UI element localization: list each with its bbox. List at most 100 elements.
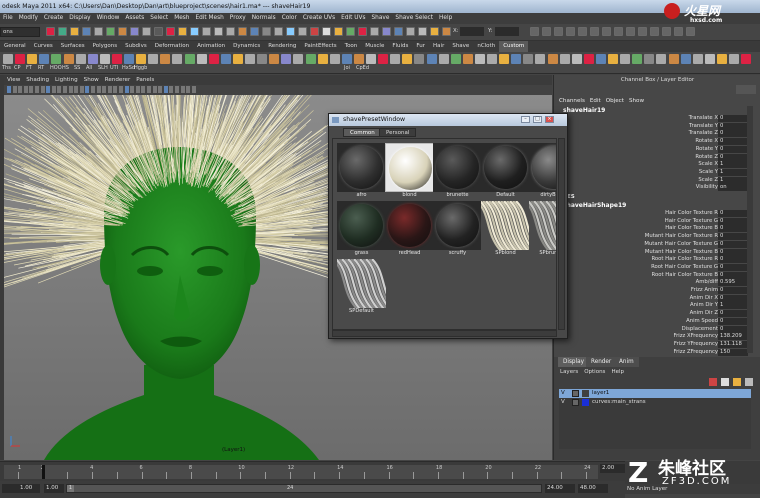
channel-row[interactable]: Hair Color Texture G0	[563, 217, 748, 226]
layer-name[interactable]: curves:main_strans	[592, 399, 646, 405]
shelf-tool-icon[interactable]	[741, 54, 752, 64]
channel-value[interactable]: 0	[718, 317, 748, 325]
preset-tab-common[interactable]: Common	[343, 128, 382, 137]
menu-modify[interactable]: Modify	[19, 13, 38, 24]
menu-normals[interactable]: Normals	[252, 13, 276, 24]
menu-color[interactable]: Color	[282, 13, 297, 24]
status-tool-icon[interactable]	[238, 27, 247, 36]
status-tool-icon[interactable]	[58, 27, 67, 36]
channel-row[interactable]: Scale Y1	[563, 168, 748, 177]
viewport-menu-shading[interactable]: Shading	[26, 75, 49, 85]
channel-row[interactable]: Frizz ZFrequency 150	[563, 348, 748, 357]
layer-tab-render[interactable]: Render	[586, 357, 617, 367]
shelf-tool-icon[interactable]	[716, 54, 727, 64]
layer-row[interactable]: Vlayer1	[559, 389, 751, 398]
viewport-tool-icon[interactable]	[63, 86, 67, 93]
shelf-tab-fluids[interactable]: Fluids	[388, 41, 412, 52]
status-tool-icon[interactable]	[190, 27, 199, 36]
shelf-tool-icon[interactable]	[51, 54, 62, 64]
y-field[interactable]	[495, 27, 519, 36]
status-tool-icon[interactable]	[46, 27, 55, 36]
viewport-tool-icon[interactable]	[7, 86, 11, 93]
menu-help[interactable]: Help	[439, 13, 452, 24]
viewport-tool-icon[interactable]	[102, 86, 107, 93]
viewport-menu-view[interactable]: View	[7, 75, 20, 85]
shelf-tool-icon[interactable]	[729, 54, 739, 64]
shelf-tab-general[interactable]: General	[0, 41, 30, 52]
shelf-tool-icon[interactable]	[378, 54, 389, 64]
channel-row[interactable]: Scale X1	[563, 161, 748, 169]
status-tool-icon[interactable]	[70, 27, 79, 36]
status-tool-icon[interactable]	[118, 27, 127, 36]
viewport-tool-icon[interactable]	[85, 86, 90, 93]
viewport-tool-icon[interactable]	[35, 86, 39, 93]
shelf-tool-icon[interactable]	[668, 54, 679, 64]
viewport-tool-icon[interactable]	[79, 86, 84, 93]
preset-vertical-scrollbar[interactable]	[558, 138, 565, 330]
shelf-tool-icon[interactable]	[232, 54, 243, 64]
layer-template-toggle[interactable]	[572, 390, 579, 397]
shelf-tool-icon[interactable]	[462, 54, 473, 64]
shelf-tool-icon[interactable]	[317, 54, 328, 64]
channel-value[interactable]: 0.595	[718, 279, 748, 287]
channel-menu-edit[interactable]: Edit	[590, 96, 601, 106]
viewport-tool-icon[interactable]	[130, 86, 135, 93]
layer-visibility-toggle[interactable]: V	[561, 399, 565, 405]
preset-default[interactable]: Default	[481, 143, 530, 199]
channel-value[interactable]: 0	[718, 153, 748, 161]
shelf-tab-animation[interactable]: Animation	[193, 41, 229, 52]
channel-row[interactable]: Mutant Hair Color Texture R0	[563, 233, 748, 241]
channel-value[interactable]: 1	[718, 168, 748, 176]
channel-value[interactable]: 150	[718, 348, 748, 356]
menu-assets[interactable]: Assets	[125, 13, 144, 24]
status-tool-icon[interactable]	[178, 27, 187, 36]
status-tool-icon[interactable]	[106, 27, 115, 36]
new-layer-selected-icon[interactable]	[721, 378, 729, 386]
viewport-tool-icon[interactable]	[12, 86, 17, 93]
channel-value[interactable]: 0	[718, 248, 748, 256]
channel-row[interactable]: Root Hair Color Texture B0	[563, 271, 748, 280]
start-time-field[interactable]: 1.00	[2, 484, 40, 493]
channel-value[interactable]: 0	[718, 225, 748, 233]
channel-value[interactable]: 0	[718, 233, 748, 241]
layer-template-toggle[interactable]	[572, 399, 579, 406]
shelf-tool-icon[interactable]	[269, 54, 280, 64]
viewport-tool-icon[interactable]	[191, 86, 196, 93]
status-tool-icon[interactable]	[94, 27, 103, 36]
status-panel-icon[interactable]	[566, 27, 575, 36]
status-tool-icon[interactable]	[346, 27, 355, 36]
create-layer-icon[interactable]	[733, 378, 741, 386]
shelf-tool-icon[interactable]	[547, 54, 558, 64]
shelf-tool-icon[interactable]	[27, 54, 38, 64]
channel-row[interactable]: Visibility on	[563, 184, 748, 192]
shelf-tab-ncloth[interactable]: nCloth	[473, 41, 499, 52]
status-panel-icon[interactable]	[650, 27, 659, 36]
menu-shave[interactable]: Shave	[371, 13, 389, 24]
channel-value[interactable]: 0	[718, 271, 748, 279]
shelf-tool-icon[interactable]	[559, 54, 570, 64]
channel-value[interactable]: 0	[718, 240, 748, 248]
shelf-tool-icon[interactable]	[111, 54, 122, 64]
status-tool-icon[interactable]	[274, 27, 283, 36]
viewport-tool-icon[interactable]	[175, 86, 179, 93]
shelf-tool-icon[interactable]	[656, 54, 667, 64]
channel-value[interactable]: 0	[718, 294, 748, 302]
shelf-tool-icon[interactable]	[293, 54, 304, 64]
layer-menu-options[interactable]: Options	[584, 367, 605, 377]
channel-row[interactable]: Translate Y0	[563, 122, 748, 131]
status-panel-icon[interactable]	[638, 27, 647, 36]
time-slider[interactable]: 124681012141618202224	[0, 461, 625, 481]
shelf-tool-icon[interactable]	[184, 54, 195, 64]
shelf-tool-icon[interactable]	[136, 54, 147, 64]
channel-box-toggle[interactable]	[736, 85, 756, 94]
shelf-tool-icon[interactable]	[583, 54, 594, 64]
viewport-tool-icon[interactable]	[158, 86, 163, 93]
channel-row[interactable]: Root Hair Color Texture R0	[563, 256, 748, 264]
shelf-tool-icon[interactable]	[595, 54, 606, 64]
shelf-tab-painteffects[interactable]: PaintEffects	[300, 41, 340, 52]
status-tool-icon[interactable]	[82, 27, 91, 36]
viewport-tool-icon[interactable]	[68, 86, 73, 93]
channel-row[interactable]: Hair Color Texture R0	[563, 210, 748, 218]
status-panel-icon[interactable]	[590, 27, 599, 36]
shelf-tool-icon[interactable]	[15, 54, 26, 64]
